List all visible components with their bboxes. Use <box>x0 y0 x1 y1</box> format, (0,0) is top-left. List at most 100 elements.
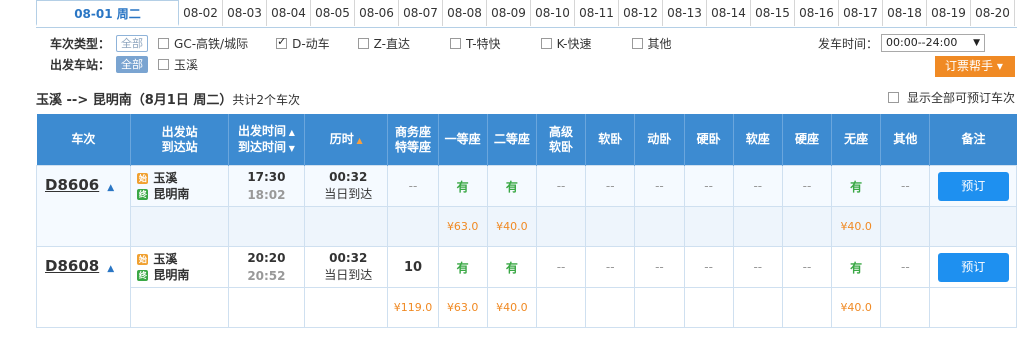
train-type-checkbox[interactable] <box>631 37 643 49</box>
train-type-option-label: 其他 <box>647 36 672 51</box>
price-cell: ¥119.0 <box>387 287 439 328</box>
date-tab[interactable]: 08-04 <box>267 0 311 26</box>
book-button[interactable]: 预订 <box>937 252 1009 282</box>
price-cell <box>535 206 587 247</box>
seat-cell: -- <box>683 246 734 288</box>
seat-cell[interactable]: 有 <box>437 246 488 288</box>
price-cell <box>781 287 833 328</box>
seat-cell: -- <box>535 165 587 207</box>
depart-time-value: 00:00--24:00 <box>886 36 958 49</box>
date-tab[interactable]: 08-06 <box>355 0 399 26</box>
train-type-option[interactable]: 其他 <box>631 35 672 52</box>
date-tab[interactable]: 08-18 <box>883 0 927 26</box>
date-tab[interactable]: 08-08 <box>443 0 487 26</box>
arrive-day: 当日到达 <box>324 268 373 282</box>
station-checkbox[interactable] <box>158 58 170 70</box>
date-tab[interactable]: 08-13 <box>663 0 707 26</box>
date-tab[interactable]: 08-05 <box>311 0 355 26</box>
seat-cell[interactable]: 有 <box>486 165 537 207</box>
seat-cell: -- <box>781 165 833 207</box>
date-tab[interactable]: 08-12 <box>619 0 663 26</box>
date-tab[interactable]: 08-11 <box>575 0 619 26</box>
header-duration[interactable]: 历时 ▲ <box>304 114 388 166</box>
train-type-option[interactable]: K-快速 <box>540 35 592 52</box>
date-tab[interactable]: 08-15 <box>751 0 795 26</box>
date-tab[interactable]: 08-03 <box>223 0 267 26</box>
date-tab[interactable]: 08-20 <box>971 0 1015 26</box>
price-cell <box>683 206 734 247</box>
date-tab[interactable]: 08-07 <box>399 0 443 26</box>
header-times[interactable]: 出发时间 ▲ 到达时间 ▼ <box>227 114 305 166</box>
train-type-checkbox[interactable] <box>276 35 288 49</box>
price-cell: ¥63.0 <box>437 287 488 328</box>
end-badge-icon: 终 <box>137 269 149 281</box>
train-type-option[interactable]: T-特快 <box>450 35 501 52</box>
seat-cell: -- <box>732 165 783 207</box>
train-no-cell: D8606 ▲ <box>35 165 132 247</box>
train-type-checkbox[interactable] <box>158 37 170 49</box>
train-number-link[interactable]: D8606 <box>45 176 99 194</box>
book-button[interactable]: 预订 <box>937 171 1009 201</box>
price-cell <box>585 287 636 328</box>
date-tab[interactable]: 08-02 <box>179 0 223 26</box>
date-tab[interactable]: 08-09 <box>487 0 531 26</box>
train-type-option[interactable]: Z-直达 <box>357 35 410 52</box>
seat-cell[interactable]: 有 <box>486 246 537 288</box>
duration-cell: 00:32 当日到达 <box>304 165 389 207</box>
train-type-label: 车次类型： <box>50 36 111 51</box>
price-spacer <box>929 206 1017 247</box>
price-spacer <box>130 206 229 247</box>
depart-time: 17:30 <box>247 170 286 184</box>
seat-cell: -- <box>634 246 685 288</box>
expand-stops-icon[interactable]: ▲ <box>107 264 114 274</box>
train-type-option[interactable]: D-动车 <box>276 35 330 52</box>
price-spacer <box>227 287 306 328</box>
show-all-label: 显示全部可预订车次 <box>907 91 1016 105</box>
seat-cell: -- <box>585 165 636 207</box>
times-cell: 17:30 18:02 <box>227 165 306 207</box>
show-all-checkbox[interactable] <box>888 92 899 103</box>
train-type-all-button[interactable]: 全部 <box>116 34 149 52</box>
booking-helper-button[interactable]: 订票帮手 ▾ <box>935 56 1015 77</box>
route-summary: 玉溪 --> 昆明南（8月1日 周二）共计2个车次 <box>36 89 300 108</box>
price-spacer <box>130 287 229 328</box>
seat-cell[interactable]: 有 <box>831 165 882 207</box>
date-tab[interactable]: 08-14 <box>707 0 751 26</box>
date-tab[interactable]: 08-10 <box>531 0 575 26</box>
train-no-cell: D8608 ▲ <box>35 246 132 328</box>
from-station: 始玉溪 <box>137 252 178 266</box>
seat-cell: -- <box>535 246 587 288</box>
station-option-label: 玉溪 <box>174 57 199 72</box>
end-badge-icon: 终 <box>137 188 149 200</box>
duration-cell: 00:32 当日到达 <box>304 246 389 288</box>
show-all-bookable[interactable]: 显示全部可预订车次 <box>888 89 1015 106</box>
train-type-checkbox[interactable] <box>540 37 552 49</box>
depart-time-select[interactable]: 00:00--24:00 ▼ <box>881 34 985 52</box>
station-all-button[interactable]: 全部 <box>116 55 149 73</box>
arrive-time: 20:52 <box>247 269 286 283</box>
header-first-class: 一等座 <box>437 114 488 166</box>
train-type-option[interactable]: GC-高铁/城际 <box>158 35 248 52</box>
start-badge-icon: 始 <box>137 172 149 184</box>
date-tab-active[interactable]: 08-01 周二 <box>36 0 179 26</box>
price-cell: ¥63.0 <box>437 206 488 247</box>
seat-cell[interactable]: 有 <box>437 165 488 207</box>
header-stations[interactable]: 出发站 到达站 <box>130 114 229 166</box>
times-cell: 20:20 20:52 <box>227 246 306 288</box>
train-type-checkbox[interactable] <box>357 37 369 49</box>
train-number-link[interactable]: D8608 <box>45 257 99 275</box>
date-tab[interactable]: 08-17 <box>839 0 883 26</box>
expand-stops-icon[interactable]: ▲ <box>107 183 114 193</box>
date-tab[interactable]: 08-16 <box>795 0 839 26</box>
station-option-yuxi[interactable]: 玉溪 <box>158 56 198 73</box>
price-cell <box>634 287 685 328</box>
seat-cell[interactable]: 有 <box>831 246 882 288</box>
active-date: 08-01 <box>74 7 113 21</box>
train-type-option-label: D-动车 <box>292 36 330 51</box>
date-tab[interactable]: 08-19 <box>927 0 971 26</box>
train-type-checkbox[interactable] <box>450 37 461 49</box>
price-cell <box>732 287 783 328</box>
seat-cell[interactable]: 10 <box>387 246 439 288</box>
seat-cell: -- <box>781 246 833 288</box>
seat-cell: -- <box>880 165 931 207</box>
